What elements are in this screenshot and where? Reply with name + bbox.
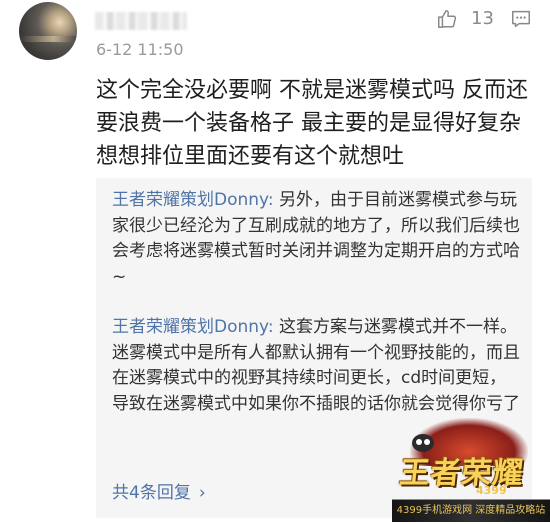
reply-author-separator: :: [267, 190, 280, 210]
reply-item: 王者荣耀策划Donny: 另外，由于目前迷雾模式参与玩家很少已经沦为了互刷成就的…: [112, 188, 520, 290]
chevron-right-icon: ›: [198, 483, 206, 503]
more-replies-label: 共4条回复: [112, 483, 191, 503]
user-avatar[interactable]: [19, 2, 77, 60]
reply-author-link[interactable]: 王者荣耀策划Donny: [112, 190, 268, 210]
thumbs-up-icon[interactable]: [436, 8, 458, 30]
post-timestamp: 6-12 11:50: [96, 40, 184, 59]
logo-subtitle: 4399: [476, 484, 507, 497]
logo-title: 王者荣耀: [397, 456, 526, 491]
username-blurred: [95, 12, 187, 30]
watermark-logo: 王者荣耀 4399 4399手机游戏网 深度精品攻略站: [392, 418, 550, 524]
logo-band-text: 4399手机游戏网 深度精品攻略站: [392, 499, 550, 522]
avatar-sunset-image: [19, 36, 77, 42]
comment-text: 这个完全没必要啊 不就是迷雾模式吗 反而还要浪费一个装备格子 最主要的是显得好复…: [96, 78, 528, 169]
reply-item: 王者荣耀策划Donny: 这套方案与迷雾模式并不一样。迷雾模式中是所有人都默认拥…: [112, 315, 520, 417]
reply-author-link[interactable]: 王者荣耀策划Donny: [112, 317, 268, 337]
reply-author-separator: :: [267, 317, 280, 337]
comment-icon[interactable]: [510, 8, 532, 30]
like-count: 13: [471, 8, 494, 29]
more-replies-link[interactable]: 共4条回复 ›: [112, 478, 206, 503]
